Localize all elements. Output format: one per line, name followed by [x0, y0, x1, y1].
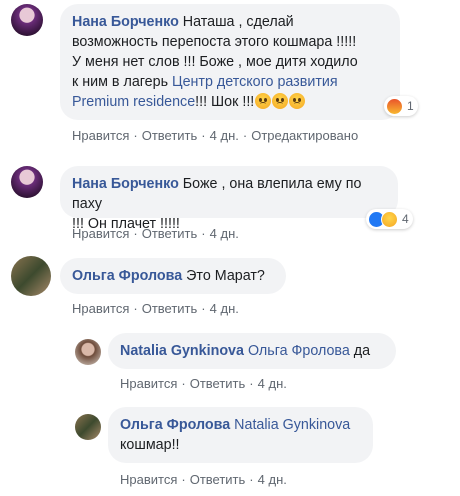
- reaction-summary[interactable]: 4: [366, 209, 413, 229]
- comment-actions: Нравится · Ответить · 4 дн.: [120, 472, 287, 487]
- comment-actions: Нравится · Ответить · 4 дн. · Отредактировано: [72, 128, 358, 143]
- separator: ·: [242, 128, 248, 143]
- comment-text: да: [349, 343, 371, 359]
- angry-face-emoji-icon: [255, 93, 272, 109]
- timestamp-link[interactable]: 4 дн.: [258, 376, 287, 391]
- comment-bubble: Нана Борченко Боже , она влепила ему по …: [60, 166, 398, 232]
- separator: ·: [181, 472, 186, 487]
- comment-author[interactable]: Нана Борченко: [72, 14, 179, 30]
- comment-author[interactable]: Ольга Фролова: [72, 268, 182, 284]
- mention-link[interactable]: Natalia Gynkinova: [234, 417, 350, 433]
- like-link[interactable]: Нравится: [72, 128, 129, 143]
- reply-link[interactable]: Ответить: [142, 128, 198, 143]
- comment-bubble: Ольга Фролова Natalia Gynkinova кошмар!!: [108, 407, 373, 463]
- comment-bubble: Нана Борченко Наташа , сделай возможност…: [60, 4, 400, 120]
- comment-actions: Нравится · Ответить · 4 дн.: [72, 226, 239, 241]
- separator: ·: [133, 128, 138, 143]
- comment-author[interactable]: Ольга Фролова: [120, 417, 230, 433]
- reply-link[interactable]: Ответить: [142, 301, 198, 316]
- avatar[interactable]: [11, 256, 51, 296]
- reaction-count: 4: [402, 212, 409, 226]
- page-link[interactable]: Центр детского развития: [172, 74, 338, 90]
- comment-actions: Нравится · Ответить · 4 дн.: [72, 301, 239, 316]
- edited-label[interactable]: Отредактировано: [251, 128, 358, 143]
- separator: ·: [201, 226, 206, 241]
- timestamp-link[interactable]: 4 дн.: [258, 472, 287, 487]
- timestamp-link[interactable]: 4 дн.: [210, 226, 239, 241]
- comment-text: !!! Шок !!!: [195, 94, 255, 110]
- comment-text: кошмар!!: [120, 437, 180, 453]
- like-link[interactable]: Нравится: [120, 376, 177, 391]
- comment-bubble: Natalia Gynkinova Ольга Фролова да: [108, 333, 396, 369]
- comment-text: Это Марат?: [182, 268, 265, 284]
- separator: ·: [249, 376, 254, 391]
- timestamp-link[interactable]: 4 дн.: [210, 128, 239, 143]
- like-link[interactable]: Нравится: [120, 472, 177, 487]
- avatar[interactable]: [75, 414, 101, 440]
- reply-link[interactable]: Ответить: [190, 472, 246, 487]
- comment-text: У меня нет слов !!! Боже , мое дитя ходи…: [72, 54, 358, 70]
- comment-text: к ним в лагерь: [72, 74, 172, 90]
- comment-author[interactable]: Нана Борченко: [72, 176, 179, 192]
- avatar[interactable]: [11, 4, 43, 36]
- angry-reaction-icon: [386, 97, 403, 115]
- reply-link[interactable]: Ответить: [190, 376, 246, 391]
- angry-face-emoji-icon: [289, 93, 306, 109]
- sad-reaction-icon: [381, 210, 398, 228]
- reaction-summary[interactable]: 1: [384, 96, 418, 116]
- separator: ·: [133, 301, 138, 316]
- avatar[interactable]: [11, 166, 43, 198]
- comment-bubble: Ольга Фролова Это Марат?: [60, 258, 286, 294]
- comment-text: возможность перепоста этого кошмара !!!!…: [72, 34, 357, 50]
- mention-link[interactable]: Ольга Фролова: [248, 343, 350, 359]
- like-link[interactable]: Нравится: [72, 226, 129, 241]
- timestamp-link[interactable]: 4 дн.: [210, 301, 239, 316]
- page-link[interactable]: Premium residence: [72, 94, 195, 110]
- separator: ·: [133, 226, 138, 241]
- comment-author[interactable]: Natalia Gynkinova: [120, 343, 244, 359]
- separator: ·: [181, 376, 186, 391]
- reply-link[interactable]: Ответить: [142, 226, 198, 241]
- avatar[interactable]: [75, 339, 101, 365]
- separator: ·: [201, 128, 206, 143]
- separator: ·: [201, 301, 206, 316]
- like-link[interactable]: Нравится: [72, 301, 129, 316]
- comment-text: Наташа , сделай: [178, 14, 294, 30]
- separator: ·: [249, 472, 254, 487]
- reaction-count: 1: [407, 99, 414, 113]
- comment-actions: Нравится · Ответить · 4 дн.: [120, 376, 287, 391]
- angry-face-emoji-icon: [272, 93, 289, 109]
